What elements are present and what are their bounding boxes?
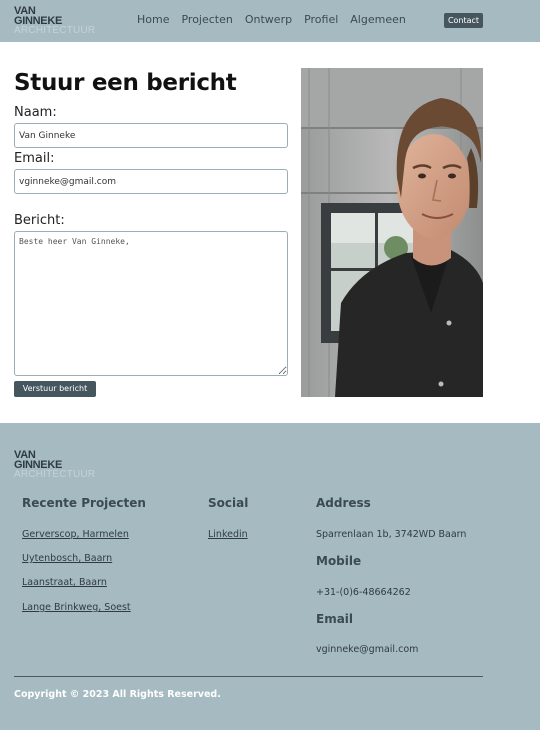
message-label: Bericht: xyxy=(14,213,65,228)
submit-button[interactable]: Verstuur bericht xyxy=(14,381,96,397)
nav-projecten[interactable]: Projecten xyxy=(181,13,232,27)
nav-profiel[interactable]: Profiel xyxy=(304,13,338,27)
email-field[interactable] xyxy=(14,169,288,194)
copyright-text: Copyright © 2023 All Rights Reserved. xyxy=(14,689,221,700)
portrait-photo xyxy=(301,68,483,397)
project-link[interactable]: Uytenbosch, Baarn xyxy=(22,553,112,564)
logo-subtitle: ARCHITECTUUR xyxy=(14,25,96,36)
nav-ontwerp[interactable]: Ontwerp xyxy=(245,13,292,27)
message-textarea[interactable]: Beste heer Van Ginneke, xyxy=(14,231,288,376)
recent-projects-heading: Recente Projecten xyxy=(22,496,146,510)
nav-algemeen[interactable]: Algemeen xyxy=(350,13,406,27)
footer-divider xyxy=(14,676,483,677)
portrait-illustration xyxy=(301,68,483,397)
main-nav: Home Projecten Ontwerp Profiel Algemeen xyxy=(137,13,406,27)
email-label: Email: xyxy=(14,151,55,166)
address-heading: Address xyxy=(316,496,371,510)
mobile-heading: Mobile xyxy=(316,554,362,568)
footer-brand-logo[interactable]: VAN GINNEKE ARCHITECTUUR xyxy=(14,450,104,482)
address-text: Sparrenlaan 1b, 3742WD Baarn xyxy=(316,529,467,540)
project-link[interactable]: Laanstraat, Baarn xyxy=(22,577,107,588)
social-heading: Social xyxy=(208,496,249,510)
project-link[interactable]: Lange Brinkweg, Soest xyxy=(22,602,131,613)
site-footer: VAN GINNEKE ARCHITECTUUR Recente Project… xyxy=(0,423,540,730)
project-link[interactable]: Gerverscop, Harmelen xyxy=(22,529,129,540)
email-heading: Email xyxy=(316,612,354,626)
brand-logo[interactable]: VAN GINNEKE ARCHITECTUUR xyxy=(14,6,104,38)
nav-home[interactable]: Home xyxy=(137,13,169,27)
page-title: Stuur een bericht xyxy=(14,70,237,96)
footer-logo-subtitle: ARCHITECTUUR xyxy=(14,469,96,480)
contact-button[interactable]: Contact xyxy=(444,13,483,28)
email-address: vginneke@gmail.com xyxy=(316,644,419,655)
mobile-number: +31-(0)6-48664262 xyxy=(316,587,411,598)
name-label: Naam: xyxy=(14,105,57,120)
site-header: VAN GINNEKE ARCHITECTUUR Home Projecten … xyxy=(0,0,540,42)
linkedin-link[interactable]: Linkedin xyxy=(208,529,248,540)
name-field[interactable] xyxy=(14,123,288,148)
